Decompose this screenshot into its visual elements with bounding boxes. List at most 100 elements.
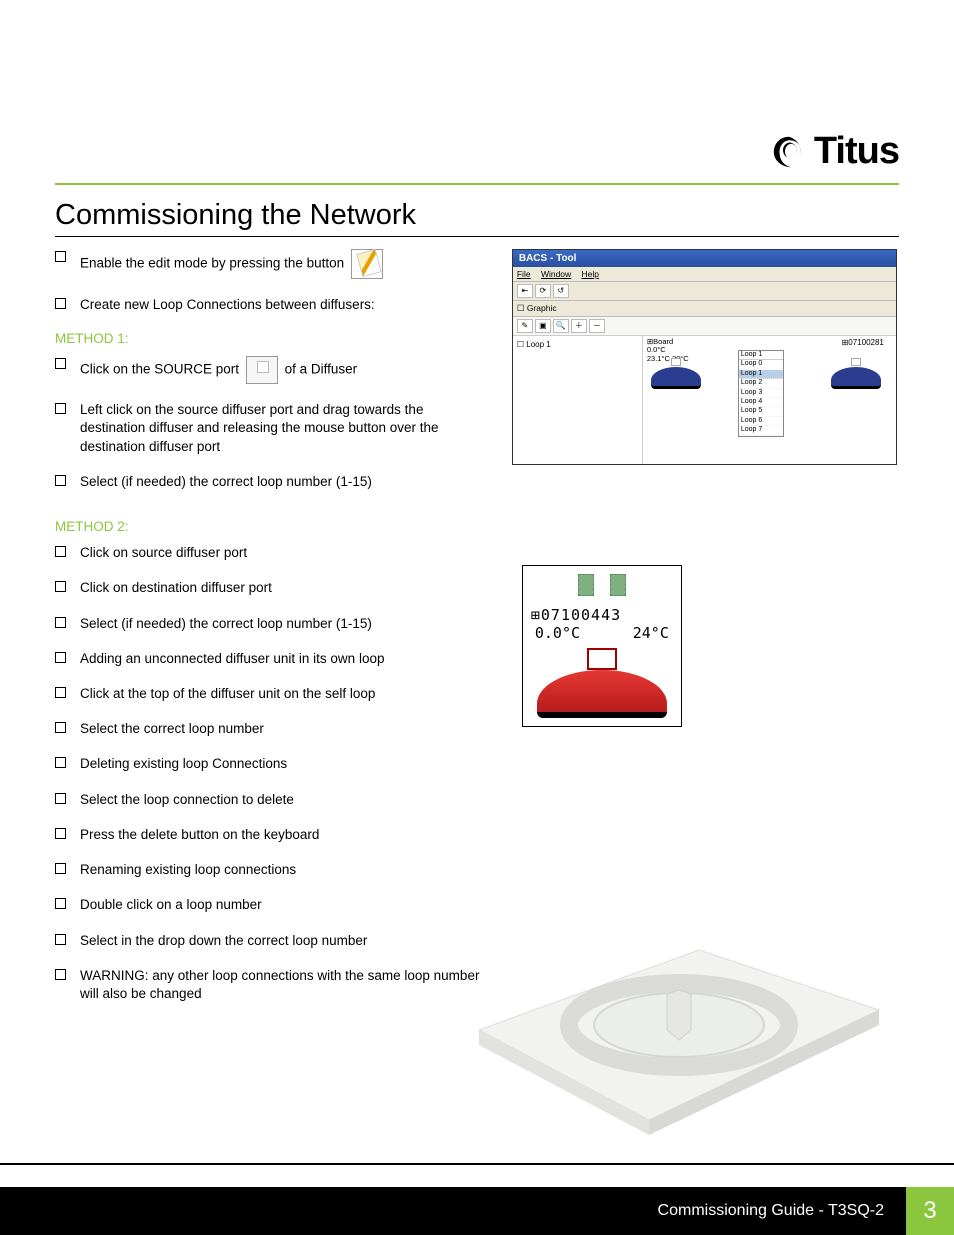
temp-reading: 0.0°C	[535, 624, 580, 642]
instructions-column: Enable the edit mode by pressing the but…	[55, 249, 482, 1020]
list-item: Select the loop connection to delete	[55, 791, 482, 809]
diffuser-tile-render	[439, 890, 899, 1150]
menu-help[interactable]: Help	[582, 269, 599, 279]
fit-icon[interactable]: ▣	[535, 319, 551, 333]
list-item: Create new Loop Connections between diff…	[55, 296, 482, 314]
temp-setpoint: 24°C	[633, 624, 669, 642]
checkbox-icon	[55, 687, 66, 698]
method-1-label: METHOD 1:	[55, 331, 482, 346]
swirl-icon	[770, 133, 808, 171]
item-text: Left click on the source diffuser port a…	[80, 401, 482, 456]
menu-bar: File Window Help	[513, 267, 896, 282]
diffuser-detail-figure: ⊞07100443 0.0°C 24°C	[522, 565, 682, 727]
item-text: Enable the edit mode by pressing the but…	[80, 256, 344, 271]
list-item: Left click on the source diffuser port a…	[55, 401, 482, 456]
zoom-in-icon[interactable]: ＋	[571, 319, 587, 333]
item-text: of a Diffuser	[285, 362, 358, 377]
checkbox-icon	[55, 617, 66, 628]
loop-option[interactable]: Loop 6	[739, 417, 783, 426]
item-text: Renaming existing loop connections	[80, 861, 482, 879]
item-text: Deleting existing loop Connections	[80, 755, 482, 773]
checkbox-icon	[55, 358, 66, 369]
brand-logo: Titus	[770, 130, 899, 173]
edit-icon[interactable]: ✎	[517, 319, 533, 333]
loop-option[interactable]: Loop 5	[739, 407, 783, 416]
checkbox-icon	[55, 403, 66, 414]
list-item: Double click on a loop number	[55, 896, 482, 914]
item-text: Adding an unconnected diffuser unit in i…	[80, 650, 482, 668]
tree-panel: ☐ Loop 1	[513, 336, 643, 464]
page-number: 3	[906, 1187, 954, 1235]
tree-item[interactable]: Loop 1	[526, 340, 550, 349]
footer: Commissioning Guide - T3SQ-2 3	[0, 1187, 954, 1235]
list-item: Adding an unconnected diffuser unit in i…	[55, 650, 482, 668]
list-item: WARNING: any other loop connections with…	[55, 967, 482, 1003]
self-loop-stub-icon	[572, 574, 632, 604]
diffuser-red-icon	[537, 648, 667, 718]
item-text: Click on destination diffuser port	[80, 579, 482, 597]
loop-dropdown[interactable]: Loop 1 Loop 0 Loop 1 Loop 2 Loop 3 Loop …	[738, 350, 784, 437]
toolbar-button[interactable]: ⟳	[535, 284, 551, 298]
list-item: Click on source diffuser port	[55, 544, 482, 562]
footer-label: Commissioning Guide - T3SQ-2	[0, 1187, 906, 1235]
method-2-label: METHOD 2:	[55, 519, 482, 534]
list-item: Renaming existing loop connections	[55, 861, 482, 879]
checkbox-icon	[55, 475, 66, 486]
lo332159p-option[interactable]: Loop 3	[739, 389, 783, 398]
toolbar-button[interactable]: ↺	[553, 284, 569, 298]
checkbox-icon	[55, 969, 66, 980]
list-item: Select (if needed) the correct loop numb…	[55, 473, 482, 491]
item-text: Select in the drop down the correct loop…	[80, 932, 482, 950]
edit-mode-icon	[351, 249, 383, 279]
list-item: Enable the edit mode by pressing the but…	[55, 249, 482, 279]
item-text: Select the correct loop number	[80, 720, 482, 738]
item-text: Click at the top of the diffuser unit on…	[80, 685, 482, 703]
loop-option[interactable]: Loop 7	[739, 426, 783, 435]
list-item: Click on the SOURCE port of a Diffuser	[55, 356, 482, 384]
list-item: Select the correct loop number	[55, 720, 482, 738]
list-item: Select in the drop down the correct loop…	[55, 932, 482, 950]
item-text: Double click on a loop number	[80, 896, 482, 914]
list-item: Press the delete button on the keyboard	[55, 826, 482, 844]
panel-label: ☐ Graphic	[513, 301, 896, 317]
zoom-toolbar: ✎ ▣ 🔍 ＋ －	[513, 317, 896, 336]
list-item: Select (if needed) the correct loop numb…	[55, 615, 482, 633]
loop-option[interactable]: Loop 1	[739, 370, 783, 379]
diffuser-id: ⊞07100443	[531, 606, 673, 624]
diffuser-id: ⊞07100281	[842, 338, 884, 347]
loop-dropdown-value: Loop 1	[739, 351, 783, 360]
loop-option[interactable]: Loop 0	[739, 360, 783, 369]
loop-option[interactable]: Loop 4	[739, 398, 783, 407]
graphic-canvas: ⊞Board 0.0°C 23.1°C 20°C ⊞07100281 Loop …	[643, 336, 896, 464]
brand-name: Titus	[814, 130, 899, 173]
checkbox-icon	[55, 652, 66, 663]
zoom-icon[interactable]: 🔍	[553, 319, 569, 333]
item-text: Click on the SOURCE port	[80, 362, 239, 377]
menu-window[interactable]: Window	[541, 269, 571, 279]
checkbox-icon	[55, 546, 66, 557]
loop-option[interactable]: Loop 2	[739, 379, 783, 388]
toolbar-button[interactable]: ⇤	[517, 284, 533, 298]
item-text: Select (if needed) the correct loop numb…	[80, 615, 482, 633]
toolbar: ⇤ ⟳ ↺	[513, 282, 896, 301]
item-text: Select (if needed) the correct loop numb…	[80, 473, 482, 491]
checkbox-icon	[55, 722, 66, 733]
footer-rule	[0, 1163, 954, 1165]
diffuser-icon	[829, 358, 884, 398]
checkbox-icon	[55, 863, 66, 874]
zoom-out-icon[interactable]: －	[589, 319, 605, 333]
item-text: Create new Loop Connections between diff…	[80, 296, 482, 314]
checkbox-icon	[55, 828, 66, 839]
list-item: Click at the top of the diffuser unit on…	[55, 685, 482, 703]
item-text: Press the delete button on the keyboard	[80, 826, 482, 844]
bacs-tool-screenshot: BACS - Tool File Window Help ⇤ ⟳ ↺ ☐ Gra…	[512, 249, 897, 465]
item-text: Select the loop connection to delete	[80, 791, 482, 809]
checkbox-icon	[55, 251, 66, 262]
checkbox-icon	[55, 934, 66, 945]
header: Titus	[55, 30, 899, 185]
menu-file[interactable]: File	[517, 269, 531, 279]
checkbox-icon	[55, 757, 66, 768]
checkbox-icon	[55, 581, 66, 592]
checkbox-icon	[55, 793, 66, 804]
item-text: WARNING: any other loop connections with…	[80, 967, 482, 1003]
